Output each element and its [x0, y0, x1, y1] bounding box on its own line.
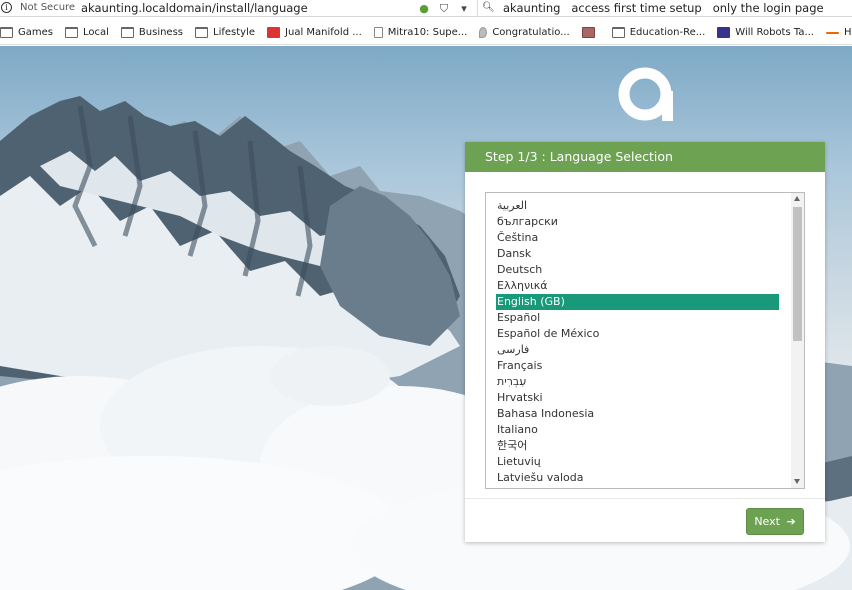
scrollbar-thumb[interactable] — [793, 207, 802, 341]
bookmark-item[interactable]: Education-Re... — [611, 27, 706, 38]
scroll-up-icon[interactable] — [794, 196, 800, 201]
bookmark-label: Education-Re... — [629, 27, 706, 38]
document-icon — [373, 27, 383, 38]
language-option[interactable]: العربية — [496, 198, 779, 214]
language-option[interactable]: Hrvatski — [496, 390, 779, 406]
language-option[interactable]: 한국어 — [496, 438, 779, 454]
install-card: Step 1/3 : Language Selection العربية бъл… — [465, 142, 825, 542]
bookmark-item[interactable]: Jual Manifold ... — [267, 27, 362, 38]
card-footer: Next ➔ — [465, 499, 825, 542]
next-button-label: Next — [754, 515, 780, 528]
bookmark-label: Home - We — [844, 27, 852, 38]
security-label[interactable]: Not Secure — [20, 2, 75, 13]
language-options: العربية български Čeština Dansk Deutsch Ελλην… — [496, 198, 779, 486]
arrow-right-icon: ➔ — [786, 515, 796, 528]
bookmark-label: Mitra10: Supe... — [387, 27, 468, 38]
language-option[interactable]: Italiano — [496, 422, 779, 438]
bl-logo-icon — [267, 27, 281, 38]
info-icon[interactable]: i — [1, 2, 12, 13]
language-option[interactable]: Français — [496, 358, 779, 374]
bookmarks-bar: Games Local Business Lifestyle Jual Manifold… — [0, 21, 852, 45]
bookmark-label: Lifestyle — [213, 27, 256, 38]
language-option[interactable]: Bahasa Indonesia — [496, 406, 779, 422]
language-option[interactable]: עִבְרִית — [496, 374, 779, 390]
akaunting-logo-icon — [616, 65, 674, 123]
language-option[interactable]: Español de México — [496, 326, 779, 342]
card-body: العربية български Čeština Dansk Deutsch Ελλην… — [465, 172, 825, 499]
address-bar-actions: ● ⛉ ▾ — [418, 1, 470, 16]
language-option[interactable]: Ελληνικά — [496, 278, 779, 294]
scroll-down-icon[interactable] — [794, 479, 800, 484]
folder-icon — [611, 27, 625, 38]
language-option[interactable]: Latviešu valoda — [496, 470, 779, 486]
bookmark-item[interactable]: Local — [64, 27, 109, 38]
language-option[interactable]: English (GB) — [496, 294, 779, 310]
folder-icon — [0, 27, 13, 38]
folder-icon — [120, 27, 134, 38]
language-option[interactable]: Deutsch — [496, 262, 779, 278]
search-bar[interactable]: 🔍︎ akaunting access first time setup onl… — [477, 0, 852, 17]
search-input[interactable]: akaunting access first time setup only t… — [503, 1, 824, 15]
photo-icon — [581, 27, 595, 38]
bookmark-icon[interactable]: ⛉ — [438, 2, 450, 15]
folder-icon — [64, 27, 78, 38]
site-icon — [717, 27, 731, 38]
language-option[interactable]: Dansk — [496, 246, 779, 262]
bookmark-item[interactable]: Lifestyle — [195, 27, 255, 38]
bookmark-item[interactable]: Games — [0, 27, 53, 38]
language-select[interactable]: العربية български Čeština Dansk Deutsch Ελλην… — [485, 192, 805, 489]
language-option[interactable]: فارسی — [496, 342, 779, 358]
search-icon: 🔍︎ — [482, 2, 495, 13]
language-option[interactable]: Lietuvių — [496, 454, 779, 470]
language-option[interactable]: Español — [496, 310, 779, 326]
bookmark-item[interactable]: Congratulatio... — [479, 27, 570, 38]
bookmark-item[interactable]: Will Robots Ta... — [717, 27, 814, 38]
bookmark-label: Congratulatio... — [492, 27, 570, 38]
language-option[interactable]: български — [496, 214, 779, 230]
bookmark-label: Games — [18, 27, 53, 38]
dash-icon — [826, 31, 839, 34]
step-title: Step 1/3 : Language Selection — [465, 142, 825, 172]
next-button[interactable]: Next ➔ — [746, 508, 804, 535]
extension-icon[interactable]: ● — [418, 2, 430, 15]
bookmark-item[interactable] — [581, 27, 600, 38]
bookmark-item[interactable]: Business — [120, 27, 184, 38]
folder-icon — [195, 27, 209, 38]
url-input[interactable]: akaunting.localdomain/install/language — [81, 1, 308, 15]
browser-address-bar: i Not Secure akaunting.localdomain/insta… — [0, 0, 852, 17]
bookmark-item[interactable]: Mitra10: Supe... — [373, 27, 468, 38]
bookmark-label: Business — [138, 27, 184, 38]
chevron-down-icon[interactable]: ▾ — [458, 2, 470, 15]
bookmark-label: Will Robots Ta... — [735, 27, 814, 38]
bookmark-item[interactable]: Home - We — [826, 27, 852, 38]
language-option[interactable]: Čeština — [496, 230, 779, 246]
bookmark-label: Local — [82, 27, 109, 38]
drop-icon — [479, 27, 488, 38]
bookmark-label: Jual Manifold ... — [285, 27, 362, 38]
listbox-scrollbar[interactable] — [791, 193, 804, 488]
